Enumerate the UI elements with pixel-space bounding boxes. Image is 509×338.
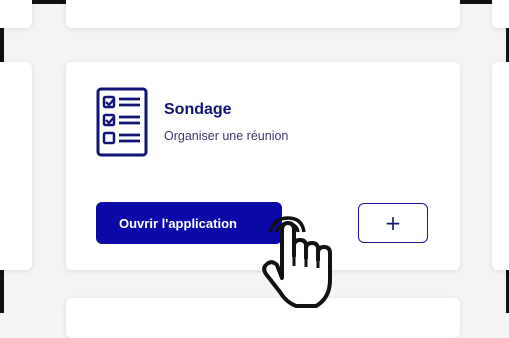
app-card-partial — [0, 0, 32, 28]
add-button[interactable]: + — [358, 203, 428, 243]
app-subtitle: Organiser une réunion — [164, 129, 289, 143]
app-card-partial — [492, 62, 509, 270]
app-title: Sondage — [164, 101, 232, 118]
app-card-partial — [492, 0, 509, 28]
plus-icon: + — [384, 211, 402, 235]
hand-pointer-cursor-icon — [262, 216, 332, 308]
app-card-partial — [0, 62, 32, 270]
app-card-partial — [66, 0, 460, 28]
app-grid-viewport: Sondage Organiser une réunion Ouvrir l'a… — [0, 0, 509, 338]
poll-checklist-icon — [96, 87, 148, 157]
